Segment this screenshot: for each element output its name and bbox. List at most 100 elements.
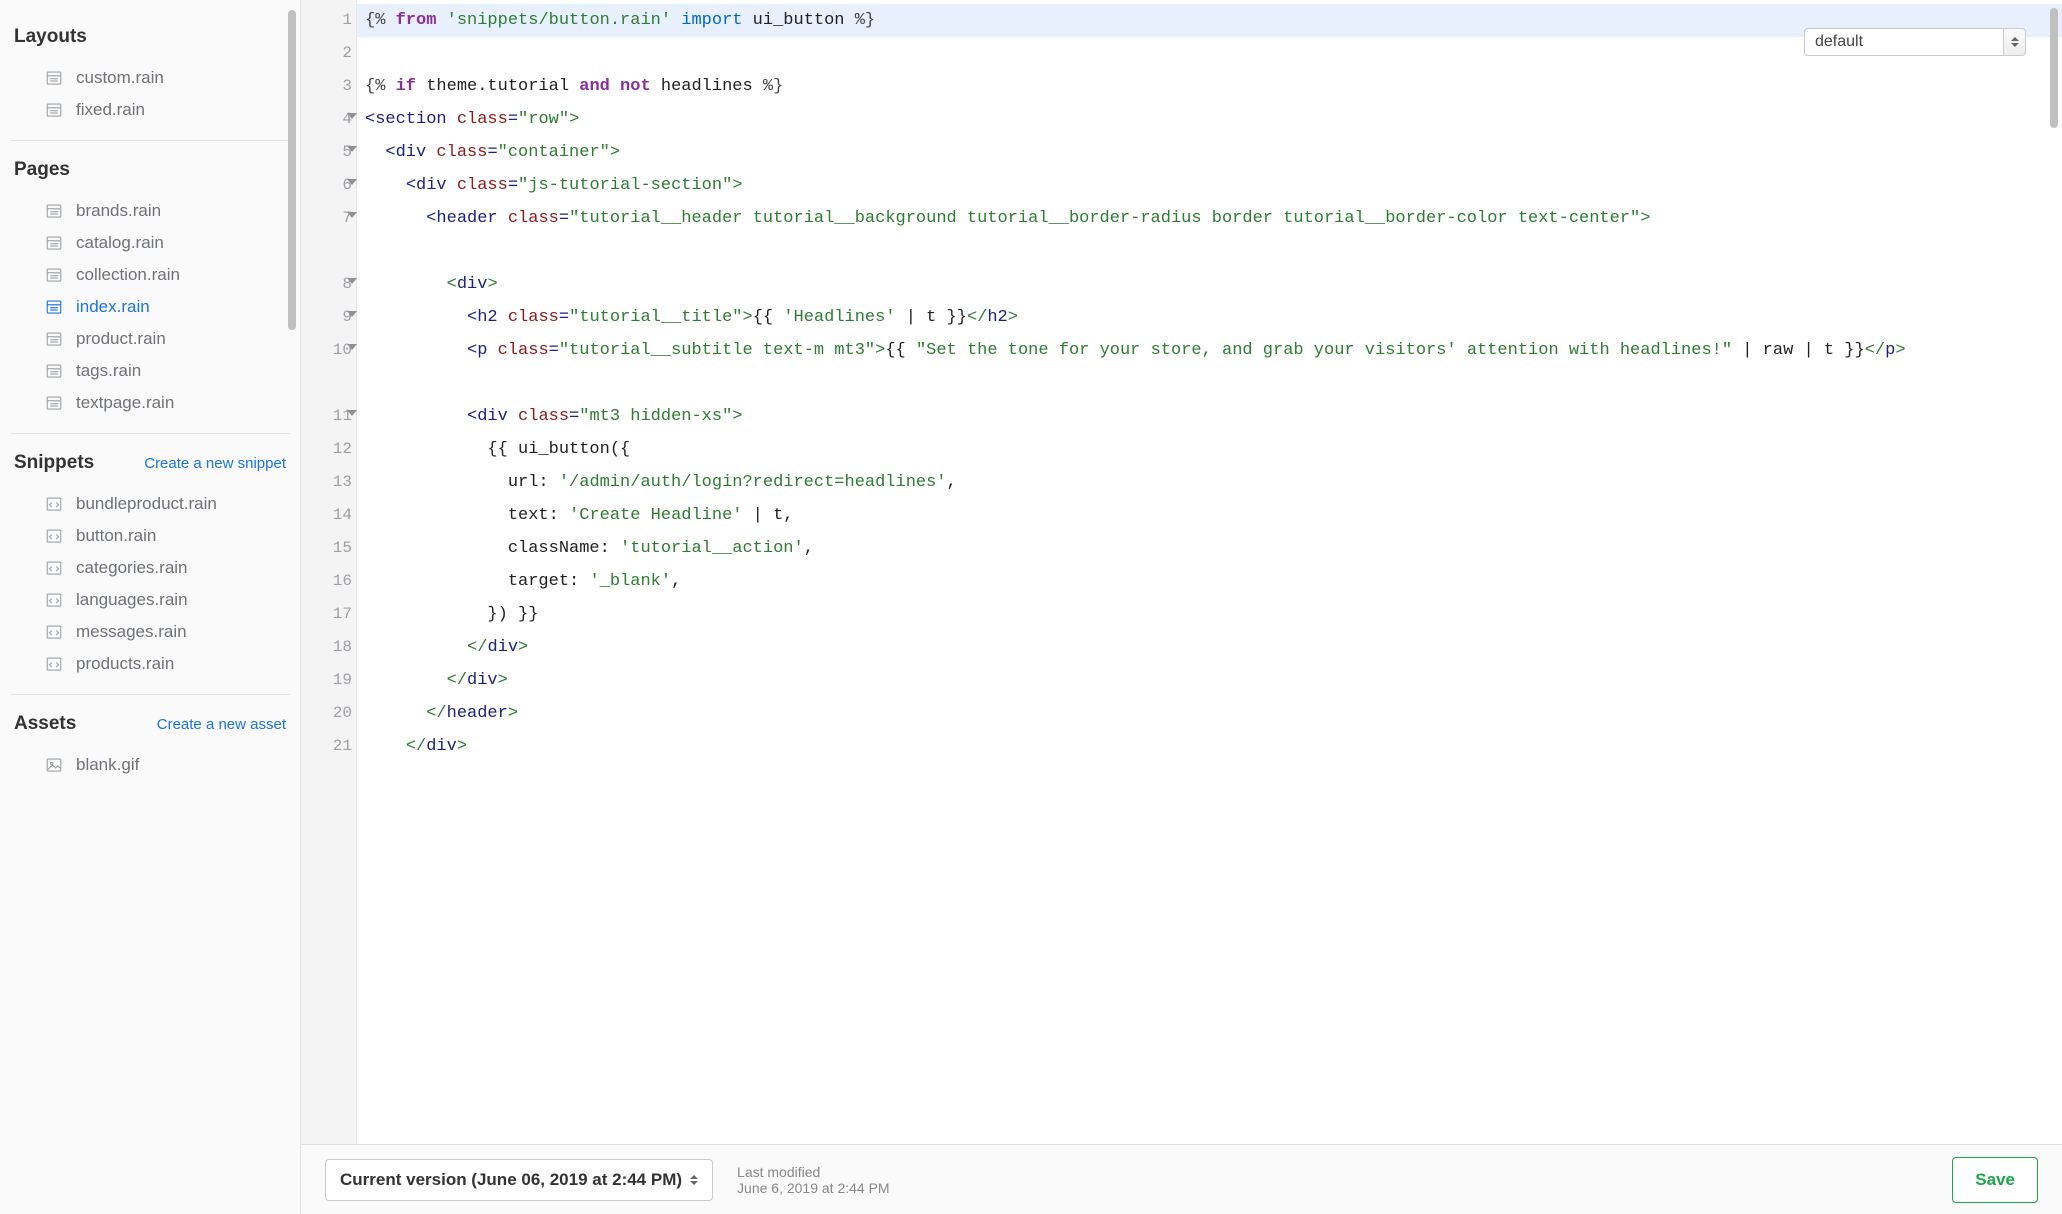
create-asset-link[interactable]: Create a new asset bbox=[157, 716, 286, 733]
code-line[interactable]: </header> bbox=[365, 697, 2050, 730]
code-line[interactable]: {{ ui_button({ bbox=[365, 433, 2050, 466]
file-label: catalog.rain bbox=[76, 233, 164, 253]
separator bbox=[10, 694, 290, 695]
fold-icon[interactable] bbox=[347, 179, 357, 185]
code-line[interactable]: <div> bbox=[365, 268, 2050, 301]
file-label: collection.rain bbox=[76, 265, 180, 285]
meta-value: June 6, 2019 at 2:44 PM bbox=[737, 1180, 890, 1196]
layout-item-fixed-rain[interactable]: fixed.rain bbox=[10, 94, 290, 126]
fold-icon[interactable] bbox=[347, 410, 357, 416]
fold-icon[interactable] bbox=[347, 113, 357, 119]
gutter-line: 2 bbox=[301, 37, 356, 70]
page-item-tags-rain[interactable]: tags.rain bbox=[10, 355, 290, 387]
fold-icon[interactable] bbox=[347, 311, 357, 317]
code-line[interactable] bbox=[365, 37, 2050, 70]
gutter-line: 11 bbox=[301, 400, 356, 433]
version-label: Current version (June 06, 2019 at 2:44 P… bbox=[340, 1170, 682, 1190]
layout-item-custom-rain[interactable]: custom.rain bbox=[10, 62, 290, 94]
code-editor[interactable]: 123456789101112131415161718192021 {% fro… bbox=[301, 0, 2062, 1144]
gutter-line: 15 bbox=[301, 532, 356, 565]
page-item-textpage-rain[interactable]: textpage.rain bbox=[10, 387, 290, 419]
fold-icon[interactable] bbox=[347, 278, 357, 284]
code-line[interactable]: text: 'Create Headline' | t, bbox=[365, 499, 2050, 532]
file-label: custom.rain bbox=[76, 68, 164, 88]
sidebar-scroll-thumb[interactable] bbox=[288, 10, 296, 330]
page-item-index-rain[interactable]: index.rain bbox=[10, 291, 290, 323]
file-label: products.rain bbox=[76, 654, 174, 674]
section-title-layouts: Layouts bbox=[14, 26, 290, 48]
snippet-item-button-rain[interactable]: button.rain bbox=[10, 520, 290, 552]
page-file-icon bbox=[44, 394, 64, 412]
code-line[interactable]: {% if theme.tutorial and not headlines %… bbox=[365, 70, 2050, 103]
layout-dropdown[interactable]: default bbox=[1804, 28, 2026, 56]
snippet-file-icon bbox=[44, 527, 64, 545]
gutter-line: 18 bbox=[301, 631, 356, 664]
version-select[interactable]: Current version (June 06, 2019 at 2:44 P… bbox=[325, 1159, 713, 1201]
editor-scroll-thumb[interactable] bbox=[2050, 8, 2058, 128]
fold-icon[interactable] bbox=[347, 344, 357, 350]
fold-icon[interactable] bbox=[347, 212, 357, 218]
code-line[interactable]: className: 'tutorial__action', bbox=[365, 532, 2050, 565]
file-label: fixed.rain bbox=[76, 100, 145, 120]
page-file-icon bbox=[44, 234, 64, 252]
gutter-line: 20 bbox=[301, 697, 356, 730]
code-line[interactable]: <header class="tutorial__header tutorial… bbox=[365, 202, 2050, 268]
gutter-line: 21 bbox=[301, 730, 356, 763]
code-line[interactable]: url: '/admin/auth/login?redirect=headlin… bbox=[365, 466, 2050, 499]
asset-file-icon bbox=[44, 756, 64, 774]
gutter-line: 4 bbox=[301, 103, 356, 136]
page-file-icon bbox=[44, 202, 64, 220]
snippet-file-icon bbox=[44, 559, 64, 577]
code-line[interactable]: </div> bbox=[365, 631, 2050, 664]
section-title-snippets: Snippets bbox=[14, 452, 94, 474]
editor-scrollbar[interactable] bbox=[2046, 0, 2062, 1144]
asset-item-blank-gif[interactable]: blank.gif bbox=[10, 749, 290, 781]
gutter-line: 17 bbox=[301, 598, 356, 631]
code-line[interactable]: <div class="container"> bbox=[365, 136, 2050, 169]
file-label: index.rain bbox=[76, 297, 150, 317]
code-line[interactable]: }) }} bbox=[365, 598, 2050, 631]
gutter-line: 14 bbox=[301, 499, 356, 532]
code-line[interactable]: <p class="tutorial__subtitle text-m mt3"… bbox=[365, 334, 2050, 400]
code-line[interactable]: <section class="row"> bbox=[365, 103, 2050, 136]
snippet-item-categories-rain[interactable]: categories.rain bbox=[10, 552, 290, 584]
fold-icon[interactable] bbox=[347, 146, 357, 152]
snippet-item-bundleproduct-rain[interactable]: bundleproduct.rain bbox=[10, 488, 290, 520]
page-item-catalog-rain[interactable]: catalog.rain bbox=[10, 227, 290, 259]
stepper-icon bbox=[690, 1175, 698, 1185]
code-line[interactable]: target: '_blank', bbox=[365, 565, 2050, 598]
code-line[interactable]: <h2 class="tutorial__title">{{ 'Headline… bbox=[365, 301, 2050, 334]
page-item-product-rain[interactable]: product.rain bbox=[10, 323, 290, 355]
meta-label: Last modified bbox=[737, 1164, 890, 1180]
gutter-line: 6 bbox=[301, 169, 356, 202]
file-label: blank.gif bbox=[76, 755, 139, 775]
layout-file-icon bbox=[44, 101, 64, 119]
code-line[interactable]: <div class="mt3 hidden-xs"> bbox=[365, 400, 2050, 433]
section-title-pages: Pages bbox=[14, 159, 290, 181]
dropdown-toggle[interactable] bbox=[2004, 28, 2026, 56]
dropdown-value[interactable]: default bbox=[1804, 28, 2004, 56]
sidebar-scrollbar[interactable] bbox=[284, 0, 300, 1214]
save-button[interactable]: Save bbox=[1952, 1157, 2038, 1203]
code-line[interactable]: </div> bbox=[365, 664, 2050, 697]
gutter-line: 10 bbox=[301, 334, 356, 400]
snippet-file-icon bbox=[44, 623, 64, 641]
snippet-item-products-rain[interactable]: products.rain bbox=[10, 648, 290, 680]
gutter-line: 3 bbox=[301, 70, 356, 103]
code-line[interactable]: <div class="js-tutorial-section"> bbox=[365, 169, 2050, 202]
page-file-icon bbox=[44, 298, 64, 316]
file-label: messages.rain bbox=[76, 622, 187, 642]
code-line[interactable]: </div> bbox=[365, 730, 2050, 763]
file-label: tags.rain bbox=[76, 361, 141, 381]
page-item-collection-rain[interactable]: collection.rain bbox=[10, 259, 290, 291]
create-snippet-link[interactable]: Create a new snippet bbox=[144, 455, 286, 472]
gutter-line: 1 bbox=[301, 4, 356, 37]
separator bbox=[10, 140, 290, 141]
snippet-item-languages-rain[interactable]: languages.rain bbox=[10, 584, 290, 616]
page-item-brands-rain[interactable]: brands.rain bbox=[10, 195, 290, 227]
file-label: bundleproduct.rain bbox=[76, 494, 217, 514]
snippet-item-messages-rain[interactable]: messages.rain bbox=[10, 616, 290, 648]
layout-file-icon bbox=[44, 69, 64, 87]
gutter-line: 12 bbox=[301, 433, 356, 466]
editor-code[interactable]: {% from 'snippets/button.rain' import ui… bbox=[357, 0, 2062, 1144]
